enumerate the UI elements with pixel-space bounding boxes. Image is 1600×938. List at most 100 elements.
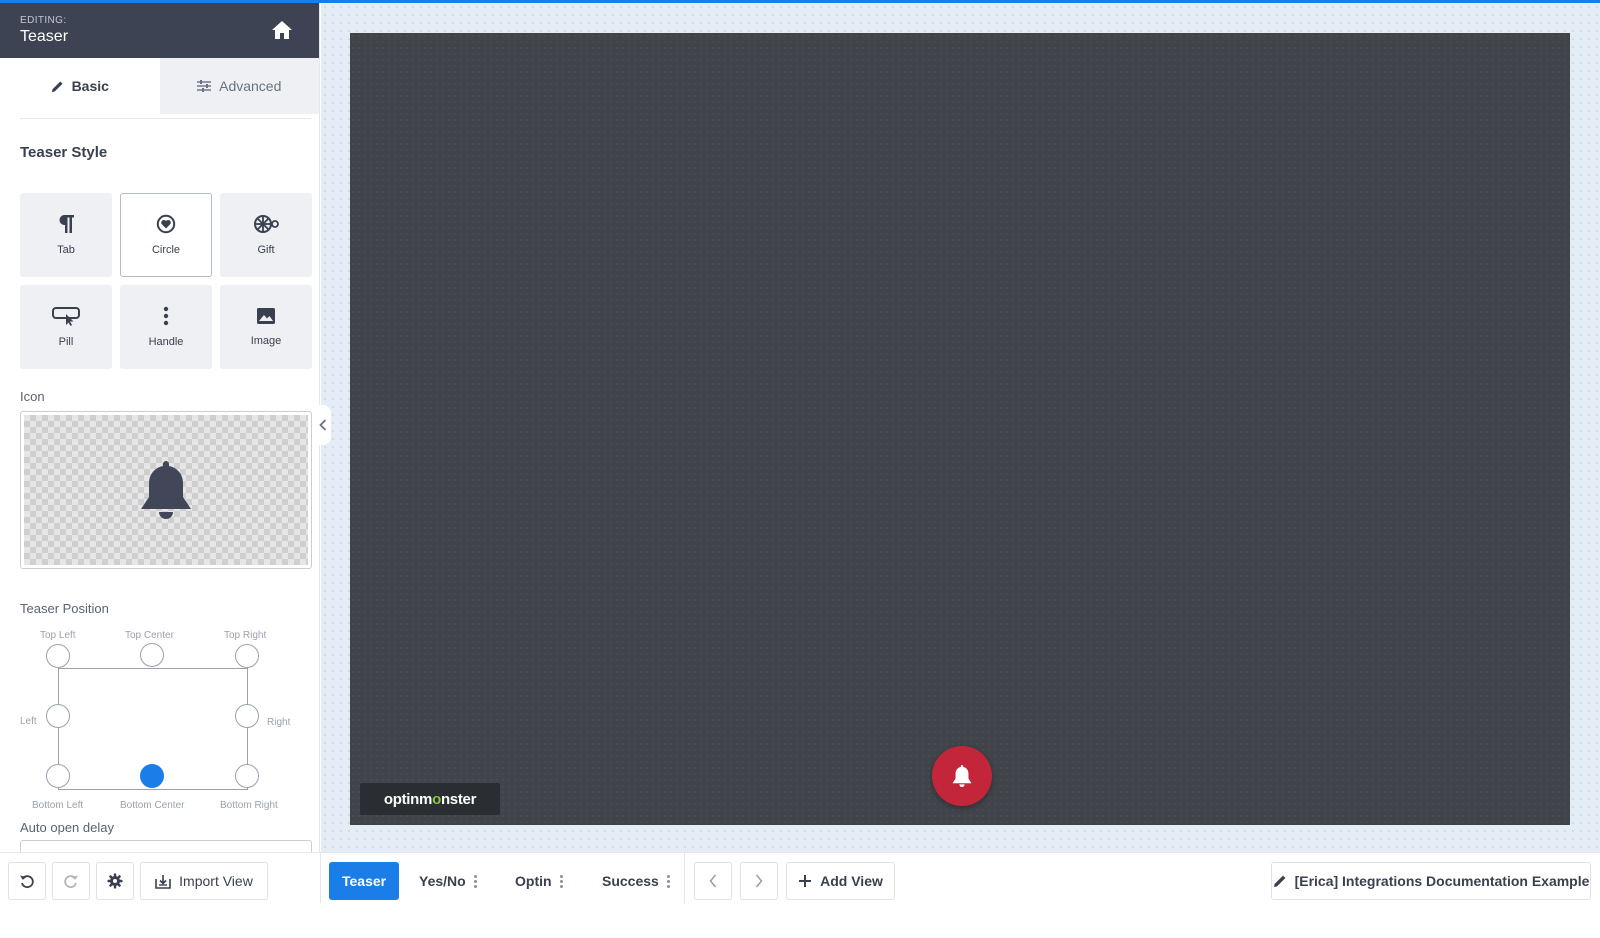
style-option-tab[interactable]: Tab bbox=[20, 193, 112, 277]
paragraph-icon bbox=[59, 215, 74, 233]
auto-open-delay-input[interactable] bbox=[20, 840, 312, 852]
bell-icon bbox=[141, 461, 191, 519]
divider bbox=[20, 118, 311, 119]
view-tab-teaser[interactable]: Teaser bbox=[329, 862, 400, 900]
home-button[interactable] bbox=[271, 20, 293, 40]
vertical-dots-icon bbox=[163, 306, 169, 326]
view-tab-label: Optin bbox=[515, 873, 552, 889]
optinmonster-branding[interactable]: optinm o nster bbox=[360, 783, 500, 815]
style-option-label: Gift bbox=[257, 244, 275, 256]
pos-label-top-right: Top Right bbox=[224, 630, 267, 641]
heart-circle-icon bbox=[156, 214, 176, 234]
image-icon bbox=[257, 308, 275, 324]
sliders-icon bbox=[197, 80, 212, 92]
icon-picker[interactable] bbox=[20, 411, 312, 569]
sidebar-tabs: Basic Advanced bbox=[0, 58, 319, 114]
teaser-position-label: Teaser Position bbox=[20, 601, 109, 616]
editor-sidebar: EDITING: Teaser Basic Advanced Teaser St… bbox=[0, 0, 320, 852]
brand-text-pre: optinm bbox=[383, 790, 433, 808]
pill-cursor-icon bbox=[52, 307, 80, 326]
position-bottom-center[interactable] bbox=[140, 764, 164, 788]
pos-label-bottom-right: Bottom Right bbox=[220, 800, 278, 811]
pos-label-top-center: Top Center bbox=[125, 630, 174, 641]
view-menu-dots-icon[interactable] bbox=[473, 874, 477, 888]
pos-label-bottom-left: Bottom Left bbox=[32, 800, 84, 811]
view-tab-success[interactable]: Success bbox=[602, 862, 670, 900]
view-tab-label: Success bbox=[602, 873, 659, 889]
icon-label: Icon bbox=[20, 389, 45, 404]
icon-preview bbox=[24, 415, 308, 565]
view-tab-label: Yes/No bbox=[419, 873, 466, 889]
toolbar-separator bbox=[320, 853, 321, 903]
position-bottom-left[interactable] bbox=[46, 764, 70, 788]
chevron-right-icon bbox=[755, 874, 763, 888]
style-option-label: Circle bbox=[151, 244, 181, 256]
style-option-label: Image bbox=[250, 335, 282, 347]
view-tab-yes-no[interactable]: Yes/No bbox=[419, 862, 477, 900]
position-left[interactable] bbox=[46, 704, 70, 728]
view-menu-dots-icon[interactable] bbox=[559, 874, 563, 888]
style-option-handle[interactable]: Handle bbox=[120, 285, 212, 369]
chevron-left-icon bbox=[319, 419, 327, 431]
style-option-label: Handle bbox=[148, 336, 184, 348]
tab-advanced[interactable]: Advanced bbox=[159, 58, 319, 114]
bell-icon bbox=[952, 765, 972, 787]
teaser-style-title: Teaser Style bbox=[20, 144, 108, 161]
position-top-right[interactable] bbox=[235, 644, 259, 668]
style-option-image[interactable]: Image bbox=[220, 285, 312, 369]
redo-icon bbox=[64, 875, 78, 889]
tab-basic[interactable]: Basic bbox=[0, 58, 160, 114]
undo-icon bbox=[20, 875, 34, 889]
style-option-circle[interactable]: Circle bbox=[120, 193, 212, 277]
add-view-label: Add View bbox=[820, 873, 883, 889]
campaign-name-button[interactable]: [Erica] Integrations Documentation Examp… bbox=[1271, 862, 1591, 900]
campaign-name-label: [Erica] Integrations Documentation Examp… bbox=[1294, 873, 1590, 889]
position-bottom-right[interactable] bbox=[235, 764, 259, 788]
pos-label-right: Right bbox=[267, 717, 291, 728]
add-view-button[interactable]: Add View bbox=[786, 862, 895, 900]
campaign-preview: optinm o nster bbox=[350, 33, 1570, 825]
position-top-center[interactable] bbox=[140, 643, 164, 667]
home-icon bbox=[272, 21, 292, 39]
style-option-pill[interactable]: Pill bbox=[20, 285, 112, 369]
position-top-left[interactable] bbox=[46, 644, 70, 668]
gear-icon bbox=[107, 873, 123, 889]
pencil-icon bbox=[1273, 875, 1285, 887]
brand-text-o: o bbox=[432, 790, 441, 808]
bottom-toolbar: Import View Teaser Yes/No Optin Success … bbox=[0, 852, 1600, 938]
editing-eyebrow: EDITING: bbox=[20, 15, 67, 26]
teaser-circle-button[interactable] bbox=[932, 746, 992, 806]
settings-button[interactable] bbox=[96, 862, 134, 900]
import-view-button[interactable]: Import View bbox=[140, 862, 268, 900]
position-right[interactable] bbox=[235, 704, 259, 728]
import-icon bbox=[155, 874, 171, 889]
canvas-area: optinm o nster bbox=[321, 3, 1600, 852]
view-tab-label: Teaser bbox=[342, 873, 387, 889]
teaser-position-picker: Top Left Top Center Top Right Left Right… bbox=[0, 616, 319, 816]
previous-view-button[interactable] bbox=[694, 862, 732, 900]
chevron-left-icon bbox=[709, 874, 717, 888]
teaser-style-grid: Tab Circle Gift Pill Handle Image bbox=[20, 193, 319, 369]
sidebar-header: EDITING: Teaser bbox=[0, 0, 319, 58]
toolbar-separator bbox=[684, 853, 685, 903]
tab-advanced-label: Advanced bbox=[219, 78, 282, 94]
view-tab-optin[interactable]: Optin bbox=[515, 862, 563, 900]
collapse-sidebar-button[interactable] bbox=[315, 405, 331, 445]
tab-basic-label: Basic bbox=[71, 78, 109, 94]
pos-label-top-left: Top Left bbox=[40, 630, 76, 641]
gift-wheel-icon bbox=[254, 215, 279, 233]
pos-label-left: Left bbox=[20, 716, 37, 727]
plus-icon bbox=[799, 875, 812, 887]
style-option-label: Tab bbox=[57, 244, 75, 256]
style-option-gift[interactable]: Gift bbox=[220, 193, 312, 277]
brand-text-post: nster bbox=[440, 790, 477, 808]
undo-button[interactable] bbox=[8, 862, 46, 900]
redo-button[interactable] bbox=[52, 862, 90, 900]
editing-title: Teaser bbox=[20, 28, 69, 45]
top-accent-line bbox=[0, 0, 1600, 3]
auto-open-delay-label: Auto open delay bbox=[20, 820, 114, 835]
view-menu-dots-icon[interactable] bbox=[666, 874, 670, 888]
pencil-icon bbox=[51, 80, 63, 92]
next-view-button[interactable] bbox=[740, 862, 778, 900]
style-option-label: Pill bbox=[58, 336, 74, 348]
